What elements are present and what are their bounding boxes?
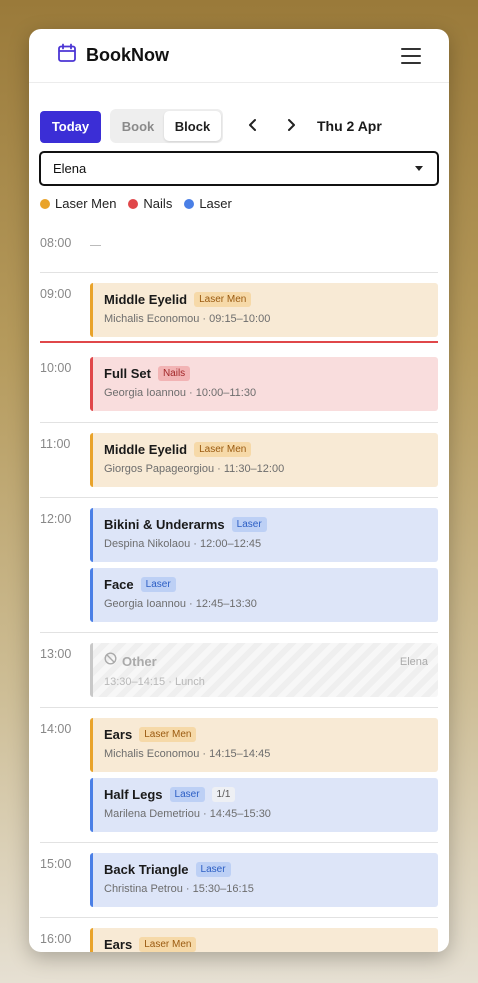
legend-dot: [40, 198, 50, 209]
appointment-title: Face: [104, 577, 134, 592]
hour-label: 12:00: [40, 512, 72, 526]
hour-label: 10:00: [40, 361, 72, 375]
legend: Laser Men Nails Laser: [40, 196, 232, 211]
legend-dot: [128, 198, 139, 209]
hour-row-1100: 11:00 Middle Eyelid Laser Men Giorgos Pap…: [40, 422, 438, 497]
chevron-down-icon: [415, 166, 423, 171]
appointment-title: Middle Eyelid: [104, 442, 188, 457]
hour-label: 15:00: [40, 857, 72, 871]
hour-row-1400: 14:00 Ears Laser Men Michalis Economou · …: [40, 707, 438, 842]
hour-label: 13:00: [40, 647, 72, 661]
appointment-details: Marilena Demetriou · 14:45–15:30: [104, 808, 271, 820]
top-bar: BookNow: [29, 29, 449, 83]
appointment-title: Middle Eyelid: [104, 292, 188, 307]
hour-label: 09:00: [40, 287, 72, 301]
appointment-card[interactable]: Middle Eyelid Laser Men Michalis Economou…: [90, 283, 438, 337]
appointment-title: Half Legs: [104, 787, 163, 802]
appointment-details: Christina Petrou · 15:30–16:15: [104, 883, 254, 895]
appointment-details: Georgia Ioannou · 12:45–13:30: [104, 598, 257, 610]
hour-label: 14:00: [40, 722, 72, 736]
current-date: Thu 2 Apr: [317, 118, 382, 134]
empty-slot-marker: [90, 245, 101, 246]
block-details: 13:30–14:15 · Lunch: [104, 676, 205, 688]
service-badge: Nails: [157, 366, 191, 381]
appointment-details: Giorgos Papageorgiou · 11:30–12:00: [104, 463, 285, 475]
appointment-details: Michalis Economou · 09:15–10:00: [104, 313, 271, 325]
appointment-card[interactable]: Ears Laser Men Michalis Economou · 14:15–…: [90, 718, 438, 772]
next-day-button[interactable]: [283, 116, 299, 137]
appointment-title: Ears: [104, 937, 133, 952]
blocked-icon: [104, 652, 117, 670]
hour-label: 16:00: [40, 932, 72, 946]
appointment-card[interactable]: Full Set Nails Georgia Ioannou · 10:00–11…: [90, 357, 438, 411]
appointment-card[interactable]: Ears Laser Men: [90, 928, 438, 952]
service-badge: Laser Men: [139, 727, 197, 742]
app-name: BookNow: [86, 45, 169, 65]
prev-day-button[interactable]: [245, 116, 261, 137]
hour-row-1300: 13:00 Other 13:30–14:15 · Lunch Elena: [40, 632, 438, 707]
appointment-title: Full Set: [104, 366, 151, 381]
legend-item-laser: Laser: [184, 196, 232, 211]
staff-select[interactable]: Elena: [39, 151, 439, 186]
appointment-card[interactable]: Back Triangle Laser Christina Petrou · 15…: [90, 853, 438, 907]
brand[interactable]: BookNow: [57, 43, 169, 68]
current-time-line: [40, 341, 438, 343]
legend-dot: [184, 198, 195, 209]
legend-item-nails: Nails: [128, 196, 172, 211]
legend-label: Laser Men: [55, 196, 117, 211]
hour-label: 11:00: [40, 437, 71, 451]
mode-block-button[interactable]: Block: [164, 111, 221, 141]
hour-label: 08:00: [40, 236, 72, 250]
service-badge: Laser: [140, 577, 176, 592]
mode-book-button[interactable]: Book: [112, 111, 164, 141]
appointment-title: Bikini & Underarms: [104, 517, 225, 532]
appointment-card[interactable]: Middle Eyelid Laser Men Giorgos Papageorg…: [90, 433, 438, 487]
hour-row-1500: 15:00 Back Triangle Laser Christina Petro…: [40, 842, 438, 917]
calendar-icon: [57, 43, 77, 68]
legend-label: Nails: [143, 196, 173, 211]
day-schedule: 08:00 09:00 Middle Eyelid Laser Men Micha…: [40, 225, 438, 952]
block-staff: Elena: [399, 656, 428, 668]
appointment-card[interactable]: Face Laser Georgia Ioannou · 12:45–13:30: [90, 568, 438, 622]
service-badge: Laser Men: [194, 292, 252, 307]
appointment-details: Despina Nikolaou · 12:00–12:45: [104, 538, 262, 550]
toolbar: Today Book Block Thu 2 Apr: [40, 109, 438, 143]
appointment-card[interactable]: Half Legs Laser 1/1 Marilena Demetriou · 1…: [90, 778, 438, 832]
hour-row-0800: 08:00: [40, 225, 438, 272]
mode-toggle: Book Block: [110, 109, 223, 143]
blocked-time-card[interactable]: Other 13:30–14:15 · Lunch Elena: [90, 643, 438, 697]
hour-row-1000: 10:00 Full Set Nails Georgia Ioannou · 10…: [40, 347, 438, 422]
hour-row-1200: 12:00 Bikini & Underarms Laser Despina Ni…: [40, 497, 438, 632]
chevron-right-icon: [288, 118, 295, 131]
hour-row-1600: 16:00 Ears Laser Men: [40, 917, 438, 952]
service-badge: Laser: [195, 862, 231, 877]
service-badge: Laser: [169, 787, 205, 802]
legend-item-laser-men: Laser Men: [40, 196, 116, 211]
block-title: Other: [122, 653, 157, 669]
appointment-title: Ears: [104, 727, 133, 742]
service-badge: Laser: [231, 517, 267, 532]
appointment-details: Michalis Economou · 14:15–14:45: [104, 748, 271, 760]
appointment-card[interactable]: Bikini & Underarms Laser Despina Nikolaou…: [90, 508, 438, 562]
staff-select-value: Elena: [53, 161, 87, 176]
service-badge: Laser Men: [139, 937, 197, 952]
appointment-title: Back Triangle: [104, 862, 189, 877]
appointment-details: Georgia Ioannou · 10:00–11:30: [104, 387, 257, 399]
service-badge: Laser Men: [194, 442, 252, 457]
app-window: BookNow Today Book Block Thu 2 Apr Elena…: [29, 29, 449, 952]
hamburger-icon[interactable]: [401, 47, 421, 64]
chevron-left-icon: [249, 118, 256, 131]
hour-row-0900: 09:00 Middle Eyelid Laser Men Michalis Ec…: [40, 272, 438, 347]
booking-count-badge: 1/1: [211, 787, 236, 802]
legend-label: Laser: [199, 196, 232, 211]
today-button[interactable]: Today: [40, 110, 101, 143]
